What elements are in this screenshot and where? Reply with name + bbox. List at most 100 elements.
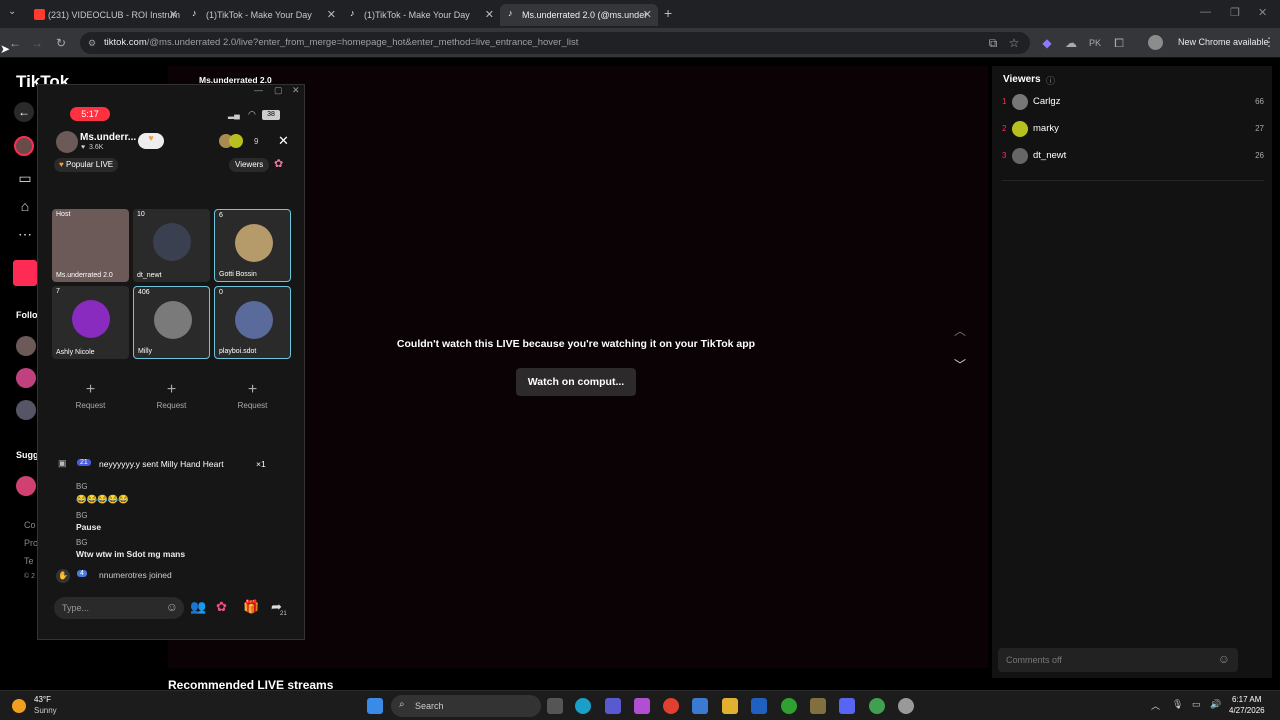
task-view-icon[interactable] [547,698,563,714]
viewer-row[interactable]: 2 marky 27 [1002,121,1264,139]
address-bar[interactable]: ⚙ tiktok.com/@ms.underrated 2.0/live?ent… [80,32,1030,54]
avatar [235,224,273,262]
more-icon[interactable]: ⋯ [16,226,34,244]
discord-icon[interactable] [839,698,855,714]
rose-gift-icon[interactable]: ✿ [216,599,227,615]
calendar-app-icon[interactable] [751,698,767,714]
open-in-app-icon[interactable]: ⧉ [986,36,1000,50]
xbox-icon[interactable] [781,698,797,714]
popup-minimize-button[interactable]: — [254,85,263,95]
minimize-button[interactable]: — [1200,6,1211,18]
app-icon[interactable] [810,698,826,714]
sun-icon [12,699,26,713]
rose-icon[interactable]: ✿ [274,157,283,170]
weather-temp[interactable]: 43°F [34,695,51,704]
guest-tile[interactable]: 7 Ashly Nicole [52,286,129,359]
chrome-icon[interactable] [663,698,679,714]
extensions-puzzle-icon[interactable]: ⧠ [1112,36,1126,50]
close-icon[interactable]: ✕ [327,8,336,21]
emoji-icon[interactable]: ☺ [1218,652,1230,666]
avatar[interactable] [56,131,78,153]
new-tab-button[interactable]: + [664,5,672,21]
taskbar-search[interactable]: ⌕ Search [391,695,541,717]
host-avatar-nav[interactable] [14,136,34,156]
guest-tile[interactable]: 0 playboi.sdot [214,286,291,359]
following-avatar[interactable] [16,400,36,420]
login-button[interactable] [13,260,37,286]
guest-tile[interactable]: 10 dt_newt [133,209,210,282]
reload-icon[interactable]: ↻ [54,36,68,50]
windows-start-icon[interactable] [367,698,383,714]
following-avatar[interactable] [16,368,36,388]
close-icon[interactable]: ✕ [485,8,494,21]
watch-on-computer-button[interactable]: Watch on comput... [516,368,636,396]
top-viewer-avatars[interactable] [219,134,249,148]
forward-icon[interactable]: → [30,36,44,50]
viewer-row[interactable]: 1 Carlgz 66 [1002,94,1264,112]
help-icon[interactable]: ⓘ [1046,74,1055,87]
cloud-extension-icon[interactable]: ☁ [1064,36,1078,50]
suggested-avatar[interactable] [16,476,36,496]
request-slot[interactable]: + Request [133,363,210,436]
back-icon[interactable]: ← [8,36,22,50]
emoji-icon[interactable]: ☺ [166,600,178,614]
guests-icon[interactable]: 👥 [190,599,206,615]
popular-live-badge[interactable]: ♥ Popular LIVE [54,158,119,172]
footer-link[interactable]: Co [24,520,36,530]
tab-search-button[interactable]: ⌄ [8,6,16,17]
signal-icon: ▂▄ [228,110,240,119]
avatar [1012,121,1028,137]
copilot-icon[interactable] [634,698,650,714]
tab-tiktok-1[interactable]: ♪ (1)TikTok - Make Your Day ✕ [184,4,342,26]
close-icon[interactable]: ✕ [643,8,652,21]
follow-button[interactable]: ♥ [138,133,164,149]
store-icon[interactable] [692,698,708,714]
home-icon[interactable]: ⌂ [16,198,34,216]
extension-icon[interactable]: ◆ [1040,36,1054,50]
weather-desc[interactable]: Sunny [34,706,57,715]
window-close-button[interactable]: ✕ [1258,6,1267,19]
back-arrow-icon[interactable]: ← [14,102,34,122]
microphone-icon[interactable]: 🎙 [1172,699,1183,710]
viewers-button[interactable]: Viewers [229,158,270,172]
volume-icon[interactable]: 🔊 [1210,699,1221,710]
app-icon[interactable] [898,698,914,714]
viewer-row[interactable]: 3 dt_newt 26 [1002,148,1264,166]
chevron-up-icon[interactable]: ︿ [954,322,966,339]
edge-icon[interactable] [575,698,591,714]
teams-icon[interactable] [605,698,621,714]
guest-tile-host[interactable]: Host Ms.underrated 2.0 [52,209,129,282]
live-video-icon[interactable]: ▭ [16,170,34,188]
footer-link[interactable]: Te [24,556,34,566]
chevron-down-icon[interactable]: ﹀ [954,356,966,373]
site-info-icon[interactable]: ⚙ [88,32,96,54]
network-icon[interactable]: ▭ [1192,699,1201,710]
chrome-icon[interactable] [869,698,885,714]
maximize-button[interactable]: ❐ [1230,6,1240,19]
close-icon[interactable]: ✕ [169,8,178,21]
file-explorer-icon[interactable] [722,698,738,714]
chevron-up-icon[interactable]: ︿ [1151,699,1160,712]
clock-date[interactable]: 4/27/2026 [1229,706,1265,715]
extension-2-icon[interactable]: PK [1088,36,1102,50]
bookmark-star-icon[interactable]: ☆ [1007,36,1021,50]
guest-tile[interactable]: 6 Gotti Bossin [214,209,291,282]
gift-icon[interactable]: 🎁 [243,599,259,615]
tile-badge: 406 [138,289,150,296]
popup-maximize-button[interactable]: ▢ [274,85,283,96]
request-slot[interactable]: + Request [214,363,291,436]
tab-tiktok-2[interactable]: ♪ (1)TikTok - Make Your Day ✕ [342,4,500,26]
new-chrome-label[interactable]: New Chrome available [1178,37,1269,47]
chat-input[interactable]: Type... ☺ [54,597,184,619]
guest-tile[interactable]: 406 Milly [133,286,210,359]
profile-avatar[interactable] [1148,35,1163,50]
popup-close-button[interactable]: ✕ [292,85,300,96]
tab-videoclub[interactable]: (231) VIDEOCLUB - ROI Instrum ✕ [26,4,184,26]
following-avatar[interactable] [16,336,36,356]
tab-ms-underrated[interactable]: ♪ Ms.underrated 2.0 (@ms.under ✕ [500,4,658,26]
close-icon[interactable]: ✕ [278,133,289,149]
request-slot[interactable]: + Request [52,363,129,436]
footer-link[interactable]: Pro [24,538,38,548]
clock-time[interactable]: 6:17 AM [1232,695,1261,704]
menu-kebab-icon[interactable]: ⋮ [1263,35,1275,49]
